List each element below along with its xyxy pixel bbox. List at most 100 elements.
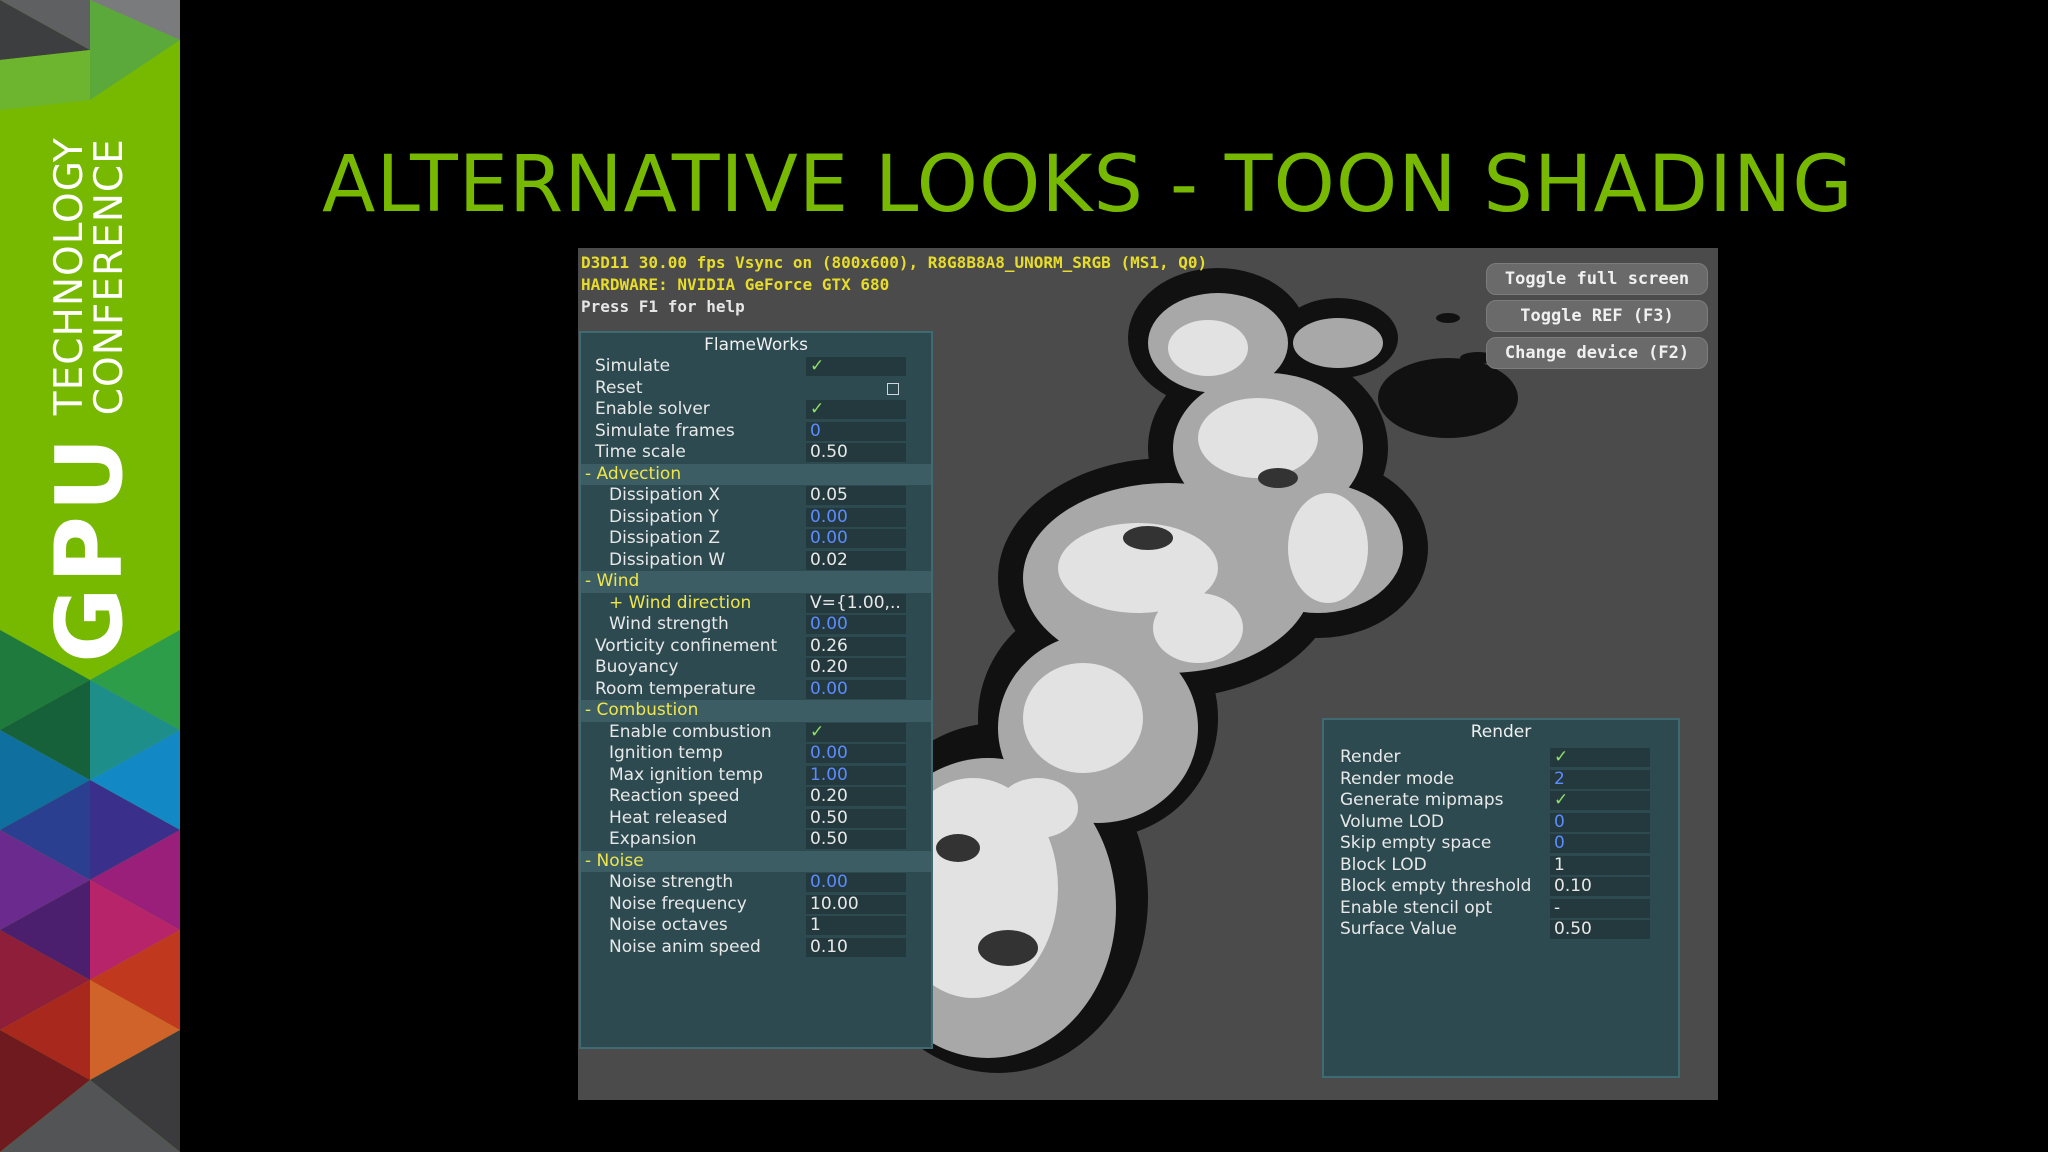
setting-label: Simulate frames [595, 420, 735, 441]
setting-row-simulate: Simulate ✓ [581, 356, 931, 378]
setting-value[interactable]: V={1.00,.. [806, 593, 906, 613]
setting-row-render: Render ✓ [1324, 747, 1678, 769]
setting-row-expansion: Expansion 0.50 [581, 829, 931, 851]
setting-value[interactable]: 0 [1550, 834, 1650, 853]
slide-title: ALTERNATIVE LOOKS - TOON SHADING [322, 140, 1854, 230]
setting-label: - Wind [585, 571, 640, 591]
setting-value[interactable]: 0.10 [1550, 877, 1650, 896]
setting-value[interactable]: 0.20 [806, 787, 906, 806]
setting-value[interactable]: 0.26 [806, 636, 906, 656]
setting-value[interactable]: 2 [1550, 769, 1650, 789]
setting-value[interactable]: 0.00 [806, 744, 906, 763]
setting-label: Volume LOD [1340, 811, 1444, 832]
render-panel-title: Render [1470, 722, 1532, 742]
setting-row-wind-direction: + Wind direction V={1.00,.. [581, 593, 931, 615]
setting-row-max-ignition-temp: Max ignition temp 1.00 [581, 765, 931, 787]
setting-value[interactable]: 10.00 [806, 894, 906, 914]
setting-label: Block LOD [1340, 854, 1427, 875]
setting-row-noise-strength: Noise strength 0.00 [581, 872, 931, 894]
setting-label: Enable solver [595, 399, 710, 419]
brand-logo-text: GPU TECHNOLOGY CONFERENCE [36, 137, 143, 663]
setting-value[interactable]: 0.00 [806, 679, 906, 699]
toggle-full-screen-button[interactable]: Toggle full screen [1486, 263, 1708, 295]
setting-label: - Advection [585, 463, 682, 484]
hud-help-line: Press F1 for help [581, 297, 745, 316]
section-noise[interactable]: - Noise [581, 850, 931, 872]
setting-value[interactable]: 0.00 [806, 529, 906, 548]
setting-label: Block empty threshold [1340, 876, 1532, 896]
setting-value[interactable]: 0.00 [806, 507, 906, 527]
section-combustion[interactable]: - Combustion [581, 700, 931, 722]
setting-value[interactable]: 1 [806, 916, 906, 935]
setting-row-dissipation-z: Dissipation Z 0.00 [581, 528, 931, 550]
setting-value[interactable]: 0 [1550, 812, 1650, 832]
toggle-ref-button[interactable]: Toggle REF (F3) [1486, 300, 1708, 332]
setting-row-volume-lod: Volume LOD 0 [1324, 812, 1678, 834]
checkmark-icon[interactable]: ✓ [806, 400, 906, 419]
setting-value[interactable]: 0.05 [806, 486, 906, 505]
setting-row-block-empty-threshold: Block empty threshold 0.10 [1324, 876, 1678, 898]
setting-label: + Wind direction [609, 592, 752, 613]
setting-label: Expansion [609, 829, 697, 849]
section-wind[interactable]: - Wind [581, 571, 931, 593]
setting-label: Dissipation W [609, 549, 726, 570]
setting-label: Ignition temp [609, 743, 723, 763]
setting-label: Reset [595, 377, 643, 398]
setting-label: Generate mipmaps [1340, 790, 1504, 810]
setting-value[interactable]: 0.50 [806, 808, 906, 828]
setting-row-reaction-speed: Reaction speed 0.20 [581, 786, 931, 808]
setting-row-reset: Reset [581, 378, 931, 400]
brand-line-technology: TECHNOLOGY [47, 137, 92, 416]
setting-label: Dissipation Z [609, 528, 721, 548]
setting-label: Enable stencil opt [1340, 897, 1493, 918]
setting-value[interactable]: 0.00 [806, 873, 906, 892]
simulation-viewport[interactable]: D3D11 30.00 fps Vsync on (800x600), R8G8… [578, 248, 1718, 1100]
setting-label: Time scale [595, 442, 686, 462]
setting-value[interactable]: 0.50 [1550, 920, 1650, 939]
hud-fps-line: D3D11 30.00 fps Vsync on (800x600), R8G8… [581, 253, 1208, 272]
setting-label: Wind strength [609, 614, 729, 634]
flameworks-settings-list: Simulate ✓ Reset Enable solver ✓ Simulate fra… [581, 356, 931, 958]
setting-row-heat-released: Heat released 0.50 [581, 808, 931, 830]
setting-value[interactable]: 0.20 [806, 658, 906, 677]
setting-value[interactable]: 1 [1550, 855, 1650, 875]
setting-row-enable-solver: Enable solver ✓ [581, 399, 931, 421]
checkmark-icon[interactable]: ✓ [1550, 748, 1650, 767]
setting-value[interactable]: 0.10 [806, 937, 906, 957]
setting-value[interactable]: 0.02 [806, 550, 906, 570]
setting-label: Noise strength [609, 872, 734, 892]
brand-gpu: GPU [36, 433, 143, 663]
setting-row-ignition-temp: Ignition temp 0.00 [581, 743, 931, 765]
brand-line-conference: CONFERENCE [87, 138, 132, 416]
setting-label: Buoyancy [595, 657, 679, 677]
setting-row-dissipation-x: Dissipation X 0.05 [581, 485, 931, 507]
setting-row-simulate-frames: Simulate frames 0 [581, 421, 931, 443]
setting-value[interactable]: 1.00 [806, 765, 906, 785]
setting-row-dissipation-y: Dissipation Y 0.00 [581, 507, 931, 529]
conference-banner: GPU TECHNOLOGY CONFERENCE [0, 0, 180, 1152]
setting-row-vorticity-confinement: Vorticity confinement 0.26 [581, 636, 931, 658]
setting-value[interactable]: 0 [806, 421, 906, 441]
setting-row-buoyancy: Buoyancy 0.20 [581, 657, 931, 679]
setting-label: - Noise [585, 850, 644, 871]
setting-value[interactable]: 0.50 [806, 443, 906, 462]
setting-label: Render [1340, 747, 1401, 767]
render-settings-list: Render ✓ Render mode 2 Generate mipmaps ✓ Volu… [1324, 747, 1678, 941]
setting-row-noise-anim-speed: Noise anim speed 0.10 [581, 937, 931, 959]
setting-label: Dissipation X [609, 485, 721, 505]
setting-value[interactable]: - [1550, 898, 1650, 918]
section-advection[interactable]: - Advection [581, 463, 931, 485]
checkmark-icon[interactable]: ✓ [806, 357, 906, 376]
setting-row-block-lod: Block LOD 1 [1324, 855, 1678, 877]
checkmark-icon[interactable]: ✓ [806, 722, 906, 742]
render-panel: Render Render ✓ Render mode 2 Generate mipma… [1322, 718, 1680, 1078]
setting-value[interactable]: 0.50 [806, 830, 906, 849]
setting-label: Vorticity confinement [595, 635, 778, 656]
setting-label: Max ignition temp [609, 764, 764, 785]
flameworks-panel-title: FlameWorks [704, 335, 808, 355]
reset-checkbox[interactable] [887, 382, 899, 395]
change-device-button[interactable]: Change device (F2) [1486, 337, 1708, 369]
setting-label: Reaction speed [609, 786, 740, 806]
setting-value[interactable]: 0.00 [806, 615, 906, 634]
checkmark-icon[interactable]: ✓ [1550, 791, 1650, 810]
